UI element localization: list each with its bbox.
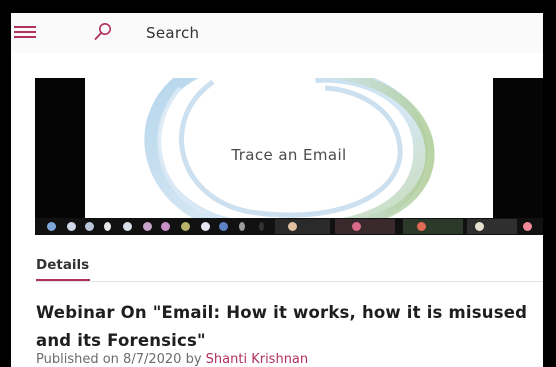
- hamburger-menu-icon[interactable]: [14, 25, 36, 39]
- presentation-slide: Trace an Email: [85, 78, 493, 218]
- hamburger-line: [14, 26, 36, 28]
- participant-avatar: [161, 222, 170, 231]
- author-link[interactable]: Shanti Krishnan: [206, 352, 308, 367]
- participant-tile: [335, 219, 395, 234]
- participant-avatar: [239, 222, 245, 231]
- participant-avatar: [104, 222, 111, 231]
- participant-avatar: [123, 222, 132, 231]
- participant-avatar: [352, 222, 361, 231]
- participants-strip: [35, 218, 543, 235]
- slide-title: Trace an Email: [231, 146, 347, 164]
- tab-divider: [36, 281, 543, 282]
- video-title: Webinar On "Email: How it works, how it …: [36, 303, 528, 350]
- participant-avatar: [143, 222, 152, 231]
- app-screen: Search Trace an Email Details Webinar On…: [11, 13, 543, 367]
- video-player[interactable]: Trace an Email: [35, 78, 543, 235]
- participant-avatar: [259, 222, 264, 231]
- search-icon[interactable]: [93, 22, 113, 42]
- search-input[interactable]: Search: [146, 24, 199, 42]
- video-stage: Trace an Email: [35, 78, 543, 218]
- tab-details[interactable]: Details: [36, 257, 89, 273]
- top-bar: Search: [11, 13, 543, 53]
- participant-avatar: [523, 222, 532, 231]
- published-date: Published on 8/7/2020 by: [36, 352, 206, 367]
- participant-avatar: [219, 222, 228, 231]
- participant-avatar: [67, 222, 76, 231]
- participant-tile: [403, 219, 463, 234]
- participant-avatar: [417, 222, 426, 231]
- participant-avatar: [47, 222, 56, 231]
- participant-avatar: [288, 222, 297, 231]
- participant-avatar: [85, 222, 94, 231]
- published-info: Published on 8/7/2020 by Shanti Krishnan: [36, 352, 308, 367]
- hamburger-line: [14, 31, 36, 33]
- participant-avatar: [181, 222, 190, 231]
- participant-avatar: [475, 222, 484, 231]
- participant-avatar: [201, 222, 210, 231]
- participant-tile: [275, 219, 330, 234]
- hamburger-line: [14, 36, 36, 38]
